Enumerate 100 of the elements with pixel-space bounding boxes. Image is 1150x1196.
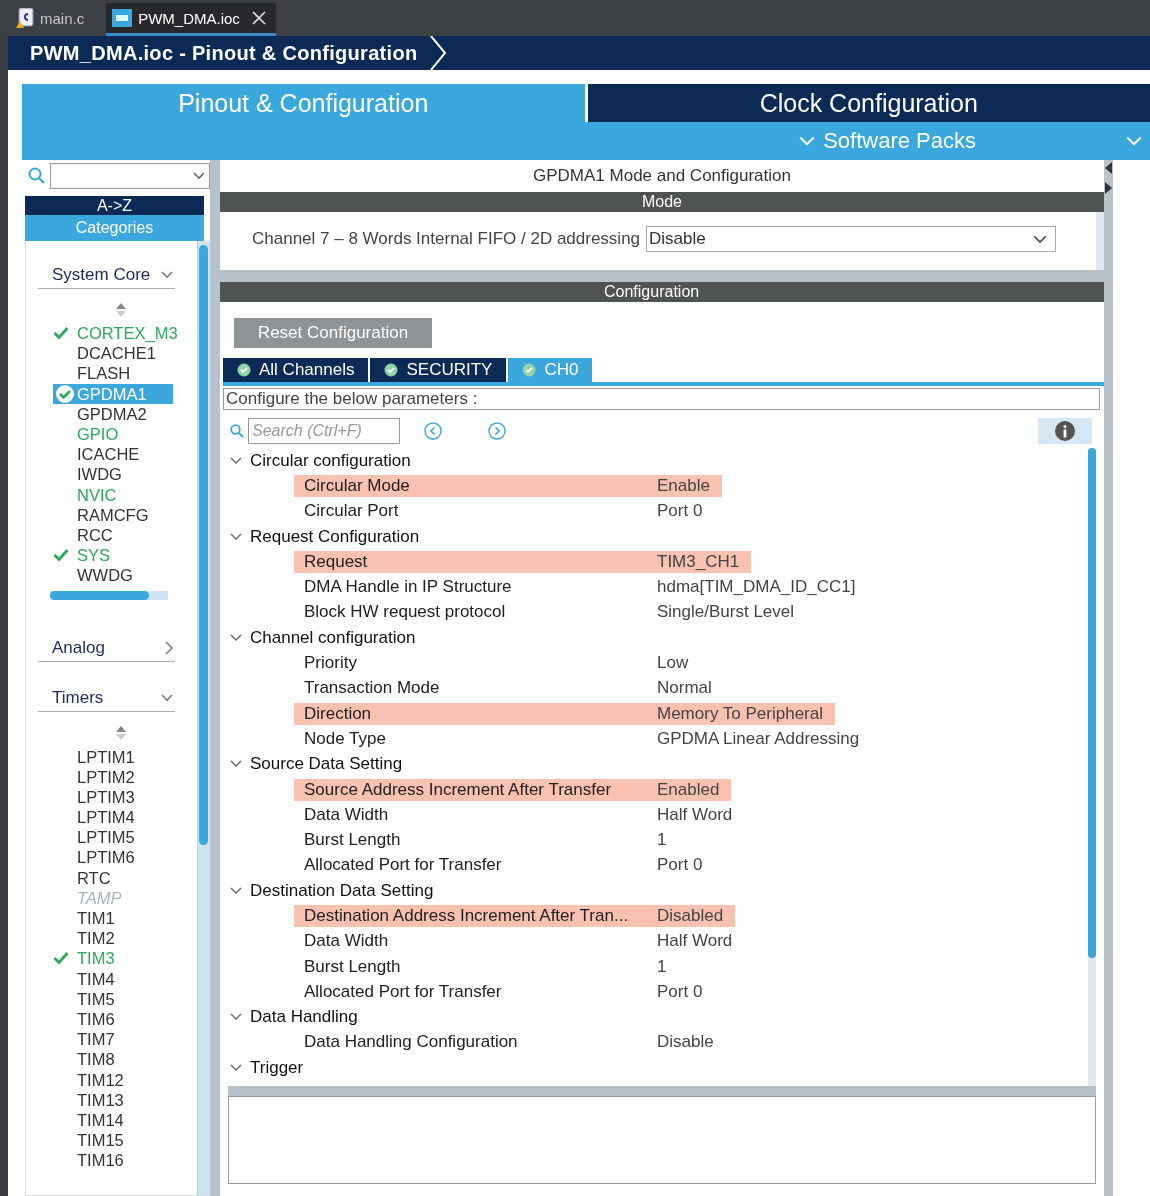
group-label: Channel configuration bbox=[250, 627, 416, 648]
parameter-value: Enabled bbox=[657, 779, 720, 800]
peripheral-item[interactable]: RCC bbox=[53, 524, 173, 546]
peripheral-item[interactable]: WWDG bbox=[53, 565, 173, 586]
peripheral-item[interactable]: LPTIM3 bbox=[53, 786, 173, 807]
peripheral-item[interactable]: DCACHE1 bbox=[53, 343, 173, 364]
peripheral-item[interactable]: LPTIM6 bbox=[53, 847, 173, 868]
editor-tab[interactable]: main.c bbox=[10, 3, 95, 36]
parameter-row[interactable]: Destination Address Increment After Tran... Disabled bbox=[294, 905, 736, 927]
mode-header: Mode bbox=[220, 192, 1104, 212]
parameter-row[interactable]: Transaction Mode Normal bbox=[294, 677, 724, 700]
category-header[interactable]: System Core bbox=[38, 261, 175, 289]
parameter-name: Node Type bbox=[304, 728, 387, 749]
previous-icon[interactable] bbox=[424, 422, 442, 440]
check-circle-icon bbox=[384, 363, 399, 377]
parameter-row[interactable]: Data Width Half Word bbox=[294, 803, 745, 826]
close-icon[interactable] bbox=[251, 11, 266, 25]
parameter-name: Data Width bbox=[304, 804, 390, 825]
peripheral-item[interactable]: GPDMA2 bbox=[53, 403, 173, 424]
info-button[interactable] bbox=[1038, 418, 1092, 444]
category-label: Analog bbox=[52, 637, 105, 658]
parameter-value: Enable bbox=[657, 475, 710, 496]
check-circle-icon bbox=[522, 363, 537, 377]
main-tab[interactable]: Clock Configuration bbox=[587, 84, 1150, 122]
peripheral-item[interactable]: TIM4 bbox=[53, 968, 173, 989]
parameter-value: Normal bbox=[657, 678, 712, 699]
parameter-name: Data Width bbox=[304, 931, 390, 952]
parameter-name: Burst Length bbox=[304, 830, 402, 851]
peripheral-item[interactable]: LPTIM1 bbox=[53, 746, 173, 767]
sort-az-button[interactable]: A->Z bbox=[25, 196, 204, 215]
config-tab[interactable]: All Channels bbox=[223, 358, 371, 382]
peripheral-item[interactable]: TIM6 bbox=[53, 1008, 173, 1030]
parameter-row[interactable]: Data Handling Configuration Disable bbox=[294, 1031, 726, 1054]
editor-tab[interactable]: PWM_DMA.ioc bbox=[106, 3, 276, 36]
config-tab[interactable]: SECURITY bbox=[370, 358, 509, 382]
text-area[interactable] bbox=[228, 1096, 1096, 1184]
parameter-value: Disabled bbox=[657, 906, 724, 926]
peripheral-item[interactable]: LPTIM2 bbox=[53, 766, 173, 787]
parameter-row[interactable]: DMA Handle in IP Structure hdma[TIM_DMA_ID_CC1] bbox=[294, 576, 868, 599]
breadcrumb-title: PWM_DMA.ioc - Pinout & Configuration bbox=[30, 41, 418, 65]
parameter-name: Destination Address Increment After Tran... bbox=[304, 906, 630, 926]
parameter-row[interactable]: Allocated Port for Transfer Port 0 bbox=[294, 854, 715, 877]
parameter-value: Half Word bbox=[657, 804, 733, 825]
c-file-icon bbox=[16, 8, 34, 28]
parameter-row[interactable]: Direction Memory To Peripheral bbox=[294, 702, 835, 725]
peripheral-item[interactable]: TIM5 bbox=[53, 988, 173, 1009]
parameter-row[interactable]: Allocated Port for Transfer Port 0 bbox=[294, 980, 715, 1003]
peripheral-item[interactable]: TIM8 bbox=[53, 1049, 173, 1070]
sort-icon[interactable] bbox=[116, 303, 126, 317]
parameter-row[interactable]: Source Address Increment After Transfer Enabled bbox=[294, 778, 732, 801]
peripheral-item[interactable]: RTC bbox=[53, 867, 173, 888]
category-header[interactable]: Analog bbox=[38, 634, 175, 663]
peripheral-item[interactable]: TIM15 bbox=[53, 1130, 173, 1151]
vertical-scrollbar[interactable] bbox=[1088, 448, 1096, 1086]
horizontal-scrollbar[interactable] bbox=[50, 591, 168, 601]
group-label: Request Configuration bbox=[250, 526, 420, 547]
channel-label: Channel 7 – 8 Words Internal FIFO / 2D addressing bbox=[252, 229, 641, 249]
category-header[interactable]: Timers bbox=[38, 684, 175, 713]
parameter-name: Block HW request protocol bbox=[304, 602, 507, 623]
parameter-value: Port 0 bbox=[657, 501, 703, 522]
search-field[interactable]: Search (Ctrl+F) bbox=[248, 418, 400, 444]
group-label: Destination Data Setting bbox=[250, 880, 434, 901]
sort-icon[interactable] bbox=[116, 726, 126, 741]
parameter-row[interactable]: Burst Length 1 bbox=[294, 829, 679, 852]
vertical-scrollbar[interactable] bbox=[197, 241, 209, 1195]
parameter-value: Disable bbox=[657, 1032, 714, 1053]
peripheral-item[interactable]: RAMCFG bbox=[53, 504, 173, 525]
chevron-down-icon bbox=[1126, 136, 1142, 146]
peripheral-item[interactable]: TIM12 bbox=[53, 1069, 173, 1090]
peripheral-item[interactable]: TIM2 bbox=[53, 928, 173, 949]
peripheral-item[interactable]: LPTIM4 bbox=[53, 807, 173, 828]
parameter-row[interactable]: Node Type GPDMA Linear Addressing bbox=[294, 727, 872, 750]
parameter-row[interactable]: Burst Length 1 bbox=[294, 955, 679, 978]
parameter-row[interactable]: Circular Port Port 0 bbox=[294, 500, 715, 523]
check-icon bbox=[53, 951, 69, 966]
parameter-row[interactable]: Circular Mode Enable bbox=[294, 474, 722, 497]
parameter-row[interactable]: Data Width Half Word bbox=[294, 930, 745, 953]
parameter-row[interactable]: Block HW request protocol Single/Burst Level bbox=[294, 601, 807, 624]
parameter-name: Circular Mode bbox=[304, 475, 411, 496]
next-icon[interactable] bbox=[488, 422, 506, 440]
peripheral-item[interactable]: ICACHE bbox=[53, 444, 173, 465]
search-combo-field[interactable] bbox=[50, 163, 210, 189]
mode-select[interactable]: Disable bbox=[646, 226, 1056, 252]
description-field: Configure the below parameters : bbox=[223, 388, 1100, 410]
check-circle-icon bbox=[55, 383, 75, 404]
peripheral-item[interactable]: IWDG bbox=[53, 464, 173, 485]
peripheral-item[interactable]: TIM16 bbox=[53, 1150, 173, 1171]
parameter-row[interactable]: Priority Low bbox=[294, 652, 701, 674]
parameter-row[interactable]: Request TIM3_CH1 bbox=[294, 550, 752, 573]
parameter-name: Priority bbox=[304, 653, 358, 673]
group-label: Source Data Setting bbox=[250, 754, 403, 775]
peripheral-item[interactable]: FLASH bbox=[53, 363, 173, 384]
parameter-value: Port 0 bbox=[657, 855, 703, 876]
search-icon[interactable] bbox=[28, 167, 46, 185]
peripheral-item[interactable]: LPTIM5 bbox=[53, 827, 173, 848]
peripheral-item[interactable]: TIM13 bbox=[53, 1089, 173, 1110]
parameter-value: hdma[TIM_DMA_ID_CC1] bbox=[657, 577, 856, 598]
peripheral-item[interactable]: TIM7 bbox=[53, 1029, 173, 1050]
peripheral-item[interactable]: TIM14 bbox=[53, 1109, 173, 1130]
peripheral-item[interactable]: TIM1 bbox=[53, 907, 173, 929]
